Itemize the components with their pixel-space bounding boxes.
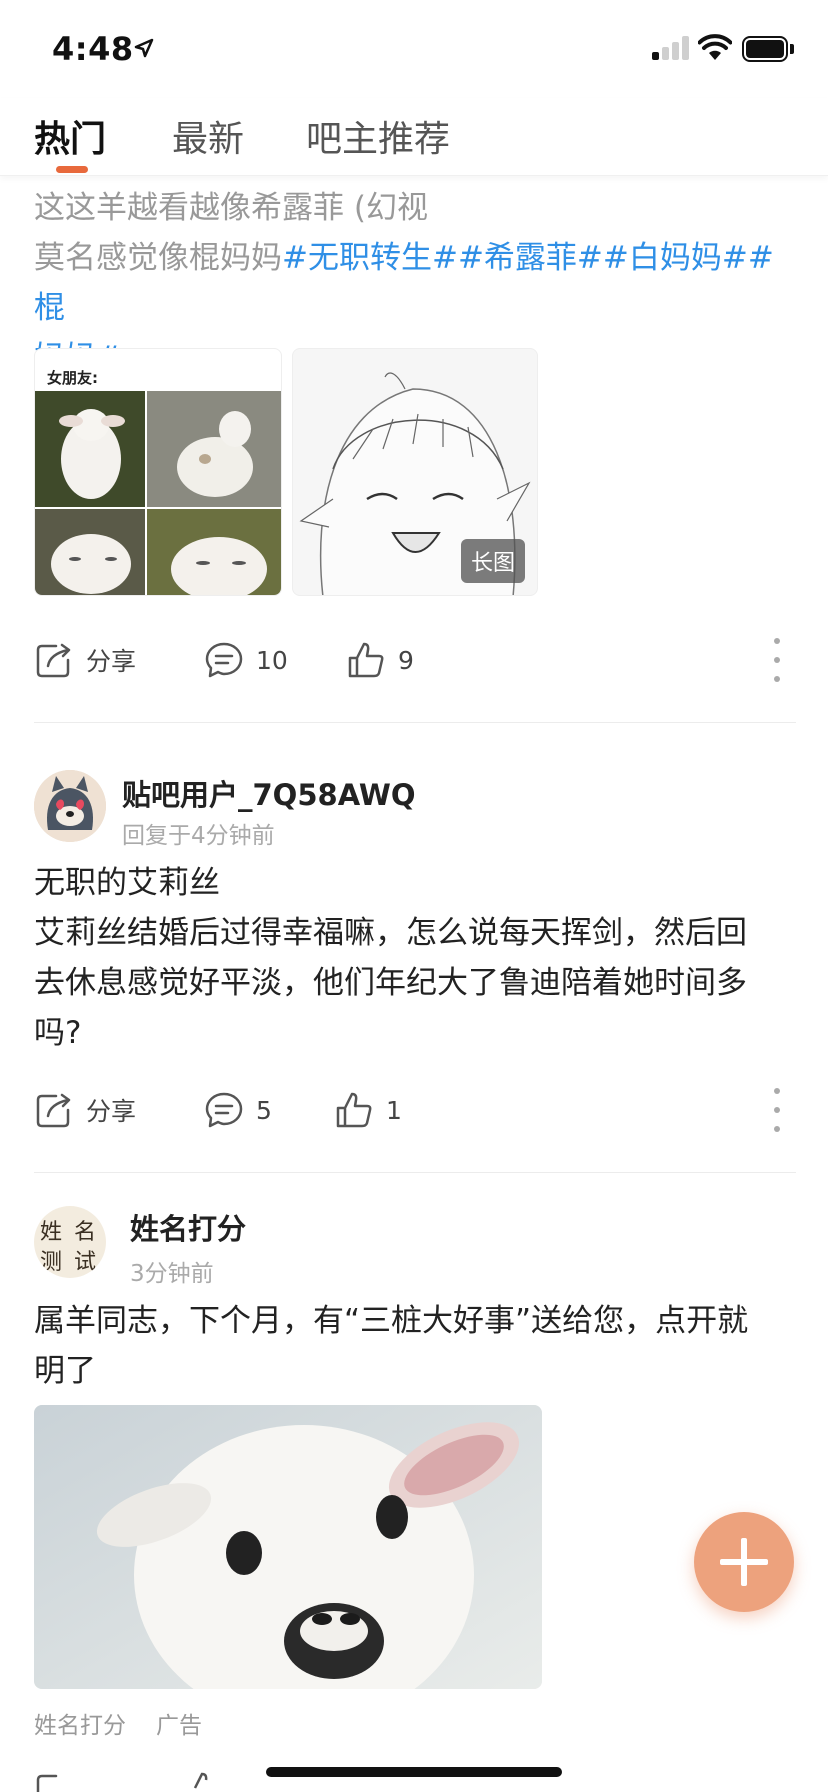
post-body-line: 吗? [34, 1015, 82, 1051]
thumbs-up-icon [193, 1772, 208, 1789]
comment-count: 5 [256, 1095, 272, 1125]
like-button[interactable]: 1 [334, 1080, 402, 1140]
long-image-badge: 长图 [460, 539, 525, 583]
username[interactable]: 姓名打分 [130, 1206, 246, 1248]
thumbs-up-icon [336, 1092, 372, 1128]
location-arrow-icon [134, 38, 154, 58]
wifi-icon [698, 34, 732, 60]
status-time: 4:48 [52, 30, 134, 68]
anime-sketch-image[interactable]: 长图 [292, 348, 538, 596]
post-body-text: 莫名感觉像棍妈妈 [34, 240, 282, 276]
tab-bar: 热门 最新 吧主推荐 [0, 98, 828, 176]
post-body[interactable]: 属羊同志，下个月，有“三桩大好事”送给您，点开就 明了 [34, 1296, 794, 1396]
post-actions: 分享 5 1 [34, 1080, 796, 1140]
compose-button[interactable] [694, 1512, 794, 1612]
post-body[interactable]: 艾莉丝结婚后过得幸福嘛，怎么说每天挥剑，然后回 去休息感觉好平淡，他们年纪大了鲁… [34, 908, 794, 1058]
more-options-icon[interactable] [774, 638, 780, 682]
tab-moderator-picks[interactable]: 吧主推荐 [306, 110, 450, 162]
ad-label: 广告 [156, 1713, 202, 1739]
status-bar: 4:48 [0, 0, 828, 98]
post-timestamp: 回复于4分钟前 [122, 823, 275, 849]
lamb-ad-image[interactable] [34, 1405, 542, 1689]
like-button[interactable]: 9 [346, 630, 414, 690]
avatar[interactable] [34, 770, 106, 842]
goat-photos-icon [35, 391, 281, 595]
like-count: 1 [386, 1095, 402, 1125]
home-indicator [266, 1767, 562, 1777]
ad-footer: 姓名打分 广告 [34, 1706, 232, 1740]
lamb-photo-icon [34, 1405, 542, 1689]
more-options-icon[interactable] [774, 1088, 780, 1132]
post-body-line: 明了 [34, 1353, 96, 1389]
thumbs-up-icon [348, 642, 384, 678]
like-count: 9 [398, 645, 414, 675]
goat-meme-image[interactable]: 女朋友: [34, 348, 282, 596]
share-icon [36, 1093, 71, 1128]
share-icon [36, 643, 71, 678]
tab-hot[interactable]: 热门 [34, 110, 106, 162]
comment-button[interactable]: 5 [204, 1080, 272, 1140]
comment-count: 10 [256, 645, 288, 675]
comment-icon [205, 642, 243, 678]
avatar-char: 名 [74, 1220, 97, 1245]
post-body-line: 属羊同志，下个月，有“三桩大好事”送给您，点开就 [34, 1303, 749, 1339]
post-body-line: 艾莉丝结婚后过得幸福嘛，怎么说每天挥剑，然后回 [34, 915, 747, 951]
cat-avatar-icon [34, 770, 106, 842]
avatar-char: 测 [40, 1250, 63, 1275]
post-divider [34, 1172, 796, 1173]
post-timestamp: 3分钟前 [130, 1261, 214, 1287]
battery-icon [742, 36, 794, 62]
post-body-line: 去休息感觉好平淡，他们年纪大了鲁迪陪着她时间多 [34, 965, 747, 1001]
share-button[interactable]: 分享 [34, 1080, 136, 1140]
cellular-signal-icon [652, 36, 692, 60]
post-title[interactable]: 无职的艾莉丝 [34, 858, 794, 908]
avatar-char: 试 [74, 1250, 97, 1275]
share-label: 分享 [86, 1097, 137, 1126]
comment-button[interactable]: 10 [204, 630, 288, 690]
avatar[interactable]: 姓 名 测 试 [34, 1206, 106, 1278]
post-actions: 分享 10 9 [34, 630, 796, 690]
ad-source[interactable]: 姓名打分 [34, 1713, 126, 1739]
share-icon [36, 1774, 58, 1792]
comment-icon [205, 1092, 243, 1128]
tab-latest[interactable]: 最新 [172, 110, 244, 162]
avatar-char: 姓 [40, 1220, 63, 1245]
share-button[interactable]: 分享 [34, 630, 136, 690]
active-tab-indicator [56, 166, 88, 173]
post-truncated-title[interactable]: 这这羊越看越像希露菲 (幻视 [34, 183, 428, 233]
share-label: 分享 [86, 647, 137, 676]
post-divider [34, 722, 796, 723]
username[interactable]: 贴吧用户_7Q58AWQ [122, 772, 415, 814]
